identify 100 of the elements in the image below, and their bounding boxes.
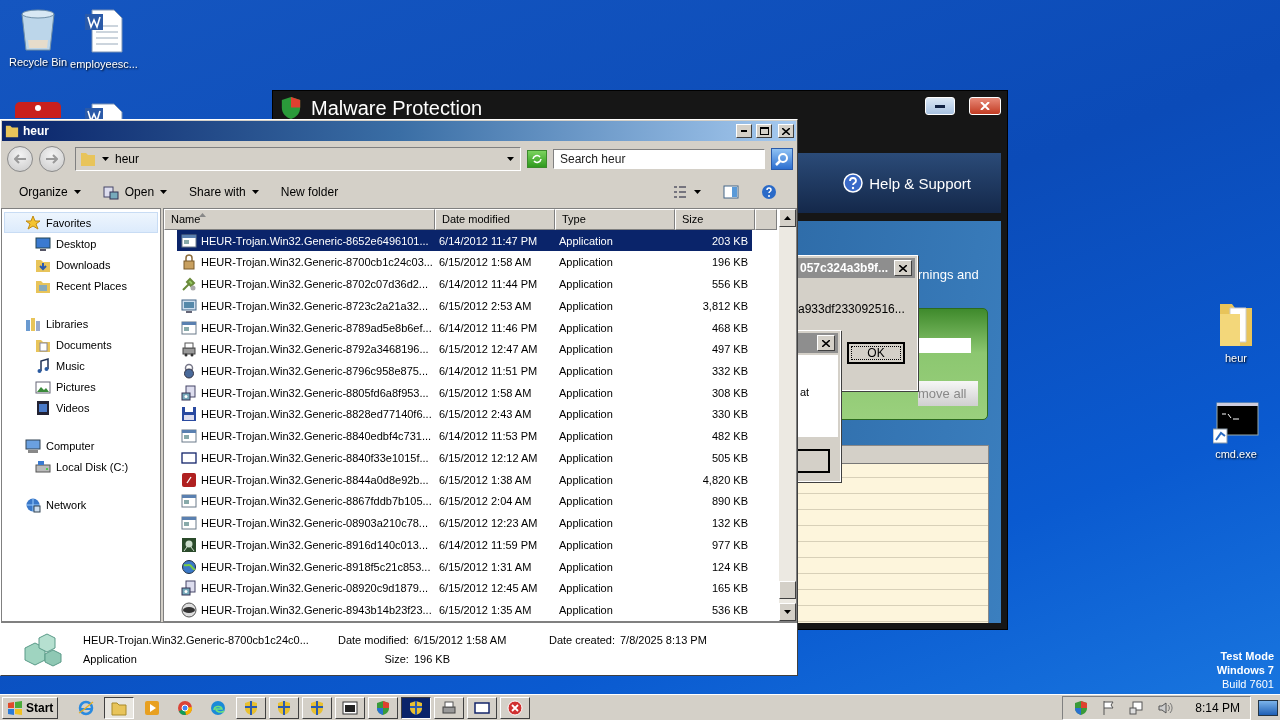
file-row[interactable]: HEUR-Trojan.Win32.Generic-8805fd6a8f953... 6/15/2012 1:58 AM Application 308 KB bbox=[177, 381, 752, 404]
close-icon bbox=[980, 102, 990, 110]
file-row[interactable]: HEUR-Trojan.Win32.Generic-8828ed77140f6... 6/15/2012 2:43 AM Application 330 KB bbox=[177, 403, 752, 426]
toolbar-button[interactable]: Organize bbox=[13, 182, 87, 202]
printer-icon bbox=[441, 699, 458, 716]
navigation-item[interactable]: Music bbox=[4, 355, 158, 376]
navigation-item[interactable]: Libraries bbox=[4, 313, 158, 334]
taskbar-button[interactable] bbox=[104, 696, 135, 719]
file-row[interactable]: HEUR-Trojan.Win32.Generic-8943b14b23f23... 6/15/2012 1:35 AM Application 536 KB bbox=[177, 599, 752, 621]
file-row[interactable]: HEUR-Trojan.Win32.Generic-8796c958e875... 6/14/2012 11:51 PM Application 332 KB bbox=[177, 360, 752, 382]
taskbar-button[interactable] bbox=[401, 696, 432, 719]
file-row[interactable]: HEUR-Trojan.Win32.Generic-8916d140c013... 6/14/2012 11:59 PM Application 977 KB bbox=[177, 534, 752, 556]
close-button[interactable] bbox=[778, 124, 794, 138]
file-row[interactable]: HEUR-Trojan.Win32.Generic-8918f5c21c853... 6/15/2012 1:31 AM Application 124 KB bbox=[177, 555, 752, 578]
column-header[interactable]: Type bbox=[555, 209, 675, 230]
forward-button[interactable] bbox=[39, 146, 65, 172]
start-button[interactable]: Start bbox=[2, 696, 59, 719]
column-header[interactable]: Name bbox=[164, 209, 435, 230]
minimize-button[interactable] bbox=[925, 97, 955, 115]
window-icon bbox=[474, 699, 491, 716]
clock[interactable]: 8:14 PM bbox=[1195, 700, 1240, 715]
navigation-item[interactable]: Network bbox=[4, 494, 158, 515]
help-link[interactable]: Help & Support bbox=[869, 174, 971, 192]
address-bar[interactable]: heur bbox=[75, 147, 521, 171]
desktop-icon-label[interactable]: heur bbox=[1225, 352, 1247, 364]
navigation-item[interactable]: Computer bbox=[4, 435, 158, 456]
desktop-icon-label[interactable]: cmd.exe bbox=[1215, 448, 1257, 460]
file-row[interactable]: HEUR-Trojan.Win32.Generic-8723c2a21a32... 6/15/2012 2:53 AM Application 3,812 KB bbox=[177, 294, 752, 317]
file-row[interactable]: HEUR-Trojan.Win32.Generic-8844a0d8e92b... 6/15/2012 1:38 AM Application 4,820 KB bbox=[177, 468, 752, 491]
shield-icon bbox=[1073, 699, 1090, 716]
file-row[interactable]: HEUR-Trojan.Win32.Generic-8840edbf4c731... 6/14/2012 11:53 PM Application 482 KB bbox=[177, 425, 752, 448]
column-header[interactable]: Date modified bbox=[435, 209, 555, 230]
refresh-button[interactable] bbox=[527, 150, 547, 168]
application-icon bbox=[181, 493, 197, 510]
show-desktop-button[interactable] bbox=[1258, 699, 1278, 716]
navigation-item[interactable]: Desktop bbox=[4, 233, 158, 254]
dialog-button[interactable] bbox=[796, 449, 830, 473]
navigation-item[interactable]: Documents bbox=[4, 334, 158, 355]
close-button[interactable] bbox=[817, 335, 835, 351]
file-name: HEUR-Trojan.Win32.Generic-8867fddb7b105... bbox=[201, 495, 432, 508]
close-button[interactable] bbox=[894, 260, 912, 276]
file-row[interactable]: HEUR-Trojan.Win32.Generic-8840f33e1015f... 6/15/2012 12:12 AM Application 505 KB bbox=[177, 447, 752, 469]
size-cell-text: 536 KB bbox=[710, 604, 749, 617]
file-name: HEUR-Trojan.Win32.Generic-8918f5c21c853... bbox=[201, 560, 431, 573]
file-name: HEUR-Trojan.Win32.Generic-8792a3468196... bbox=[201, 343, 429, 356]
file-row[interactable]: HEUR-Trojan.Win32.Generic-8702c07d36d2... 6/14/2012 11:44 PM Application 556 KB bbox=[177, 273, 752, 295]
star-icon bbox=[25, 214, 41, 231]
view-list-icon bbox=[672, 184, 688, 200]
window-title: Malware Protection bbox=[311, 98, 484, 119]
navigation-item[interactable]: Local Disk (C:) bbox=[4, 456, 158, 477]
shield-icon bbox=[281, 97, 301, 119]
dialog-title: 057c324a3b9f... bbox=[800, 261, 889, 275]
type-cell-text: Application bbox=[558, 582, 614, 595]
file-row[interactable]: HEUR-Trojan.Win32.Generic-8700cb1c24c03... 6/15/2012 1:58 AM Application 196 KB bbox=[177, 251, 752, 274]
file-row[interactable]: HEUR-Trojan.Win32.Generic-08920c9d1879... 6/15/2012 12:45 AM Application 165 KB bbox=[177, 577, 752, 600]
date-cell-text: 6/14/2012 11:53 PM bbox=[438, 430, 539, 443]
file-row[interactable]: HEUR-Trojan.Win32.Generic-8867fddb7b105... 6/15/2012 2:04 AM Application 890 KB bbox=[177, 490, 752, 513]
minimize-button[interactable] bbox=[736, 124, 752, 138]
type-cell-text: Application bbox=[558, 234, 614, 247]
size-cell-text: 497 KB bbox=[710, 343, 749, 356]
word-document-icon bbox=[82, 8, 126, 54]
scroll-thumb[interactable] bbox=[779, 581, 796, 599]
file-row[interactable]: HEUR-Trojan.Win32.Generic-8652e6496101... 6/14/2012 11:47 PM Application 203 KB bbox=[177, 229, 752, 252]
shield-icon bbox=[276, 699, 293, 716]
desktop-icon-label[interactable]: Recycle Bin bbox=[8, 56, 68, 68]
desktop-icon-label[interactable]: employeesc... bbox=[70, 58, 138, 70]
file-row[interactable]: HEUR-Trojan.Win32.Generic-8792a3468196... 6/15/2012 12:47 AM Application 497 KB bbox=[177, 338, 752, 361]
navigation-item[interactable]: Pictures bbox=[4, 376, 158, 397]
ok-button[interactable]: OK bbox=[847, 342, 905, 364]
navigation-item[interactable]: Favorites bbox=[4, 212, 158, 233]
file-row[interactable]: HEUR-Trojan.Win32.Generic-08903a210c78... 6/15/2012 12:23 AM Application 132 KB bbox=[177, 512, 752, 535]
column-header[interactable]: Size bbox=[675, 209, 755, 230]
console-icon bbox=[342, 699, 359, 716]
folder-icon bbox=[80, 151, 96, 167]
navigation-item[interactable]: Videos bbox=[4, 397, 158, 418]
toolbar-button[interactable]: Open bbox=[96, 181, 174, 203]
edition-text: Windows 7 bbox=[1216, 663, 1274, 677]
back-button[interactable] bbox=[7, 146, 33, 172]
type-cell-text: Application bbox=[558, 278, 614, 291]
screen-icon bbox=[181, 297, 197, 314]
message-text: rnings and bbox=[918, 267, 979, 282]
file-name: HEUR-Trojan.Win32.Generic-8723c2a21a32... bbox=[201, 299, 429, 312]
type-cell-text: Application bbox=[558, 365, 614, 377]
shield-icon bbox=[309, 699, 326, 716]
size-cell-text: 977 KB bbox=[710, 538, 749, 551]
search-field[interactable]: Search heur bbox=[553, 149, 765, 169]
date-cell-text: 6/15/2012 12:23 AM bbox=[438, 517, 539, 530]
game-icon bbox=[181, 536, 197, 553]
toolbar-button[interactable]: Share with bbox=[183, 182, 265, 202]
file-name: HEUR-Trojan.Win32.Generic-8828ed77140f6... bbox=[201, 408, 432, 421]
search-button[interactable] bbox=[771, 148, 793, 170]
file-row[interactable]: HEUR-Trojan.Win32.Generic-8789ad5e8b6ef... 6/14/2012 11:46 PM Application 468 KB bbox=[177, 316, 752, 339]
type-cell-text: Application bbox=[558, 604, 614, 617]
navigation-item[interactable]: Downloads bbox=[4, 254, 158, 275]
windows-logo-icon bbox=[7, 699, 23, 716]
maximize-button[interactable] bbox=[756, 124, 772, 138]
toolbar-button[interactable]: New folder bbox=[274, 182, 345, 202]
dialog-text: at bbox=[800, 386, 810, 398]
navigation-item[interactable]: Recent Places bbox=[4, 275, 158, 296]
installer-icon bbox=[181, 384, 197, 401]
